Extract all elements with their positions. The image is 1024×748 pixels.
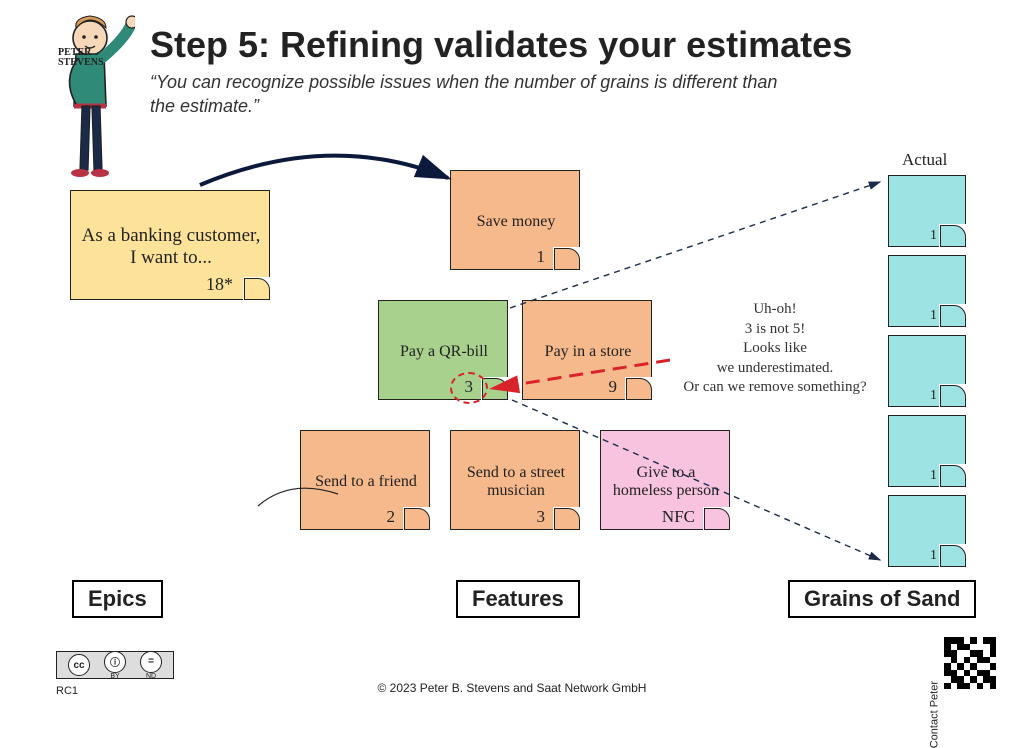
feature-estimate: 9 xyxy=(609,377,618,397)
epic-sticky: As a banking customer, I want to... 18* xyxy=(70,190,270,300)
feature-estimate: 3 xyxy=(537,507,546,527)
grain-value: 1 xyxy=(930,388,937,404)
page-subtitle: “You can recognize possible issues when … xyxy=(150,70,800,119)
estimate-highlight-circle xyxy=(450,372,488,404)
section-features: Features xyxy=(456,580,580,618)
feature-label: Save money xyxy=(477,213,556,231)
feature-estimate: NFC xyxy=(662,507,695,527)
feature-send-friend: Send to a friend 2 xyxy=(300,430,430,530)
feature-homeless: Give to a homeless person NFC xyxy=(600,430,730,530)
actual-label: Actual xyxy=(902,150,947,170)
grain-value: 1 xyxy=(930,548,937,564)
feature-label: Pay a QR-bill xyxy=(400,343,488,361)
grain-sticky: 1 xyxy=(888,415,966,487)
license-badge: cc ⓘ BY = ND xyxy=(56,651,174,679)
feature-label: Send to a street musician xyxy=(459,464,573,500)
feature-send-musician: Send to a street musician 3 xyxy=(450,430,580,530)
contact-label: Contact Peter xyxy=(928,681,940,748)
copyright: © 2023 Peter B. Stevens and Saat Network… xyxy=(0,681,1024,695)
grain-value: 1 xyxy=(930,228,937,244)
grain-value: 1 xyxy=(930,468,937,484)
by-icon: ⓘ xyxy=(104,651,126,673)
annotation-uhoh: Uh-oh! 3 is not 5! Looks like we underes… xyxy=(675,300,875,398)
feature-label: Send to a friend xyxy=(315,473,417,491)
feature-pay-store: Pay in a store 9 xyxy=(522,300,652,400)
nd-label: ND xyxy=(146,673,156,680)
qr-code xyxy=(944,637,996,689)
section-epics: Epics xyxy=(72,580,163,618)
feature-pay-qr: Pay a QR-bill 3 xyxy=(378,300,508,400)
feature-label: Give to a homeless person xyxy=(609,464,723,500)
grain-sticky: 1 xyxy=(888,495,966,567)
by-label: BY xyxy=(110,673,119,680)
cc-icon: cc xyxy=(68,654,90,676)
feature-estimate: 2 xyxy=(387,507,396,527)
section-grains: Grains of Sand xyxy=(788,580,976,618)
feature-estimate: 1 xyxy=(537,247,546,267)
nd-icon: = xyxy=(140,651,162,673)
grain-sticky: 1 xyxy=(888,335,966,407)
grain-value: 1 xyxy=(930,308,937,324)
grain-sticky: 1 xyxy=(888,255,966,327)
author-name: PETER STEVENS xyxy=(58,48,135,68)
epic-text: As a banking customer, I want to... xyxy=(79,225,263,269)
author-illustration: PETER STEVENS xyxy=(40,10,135,180)
feature-label: Pay in a store xyxy=(545,343,632,361)
feature-save-money: Save money 1 xyxy=(450,170,580,270)
grain-sticky: 1 xyxy=(888,175,966,247)
epic-estimate: 18* xyxy=(206,274,233,295)
page-title: Step 5: Refining validates your estimate… xyxy=(150,24,852,66)
